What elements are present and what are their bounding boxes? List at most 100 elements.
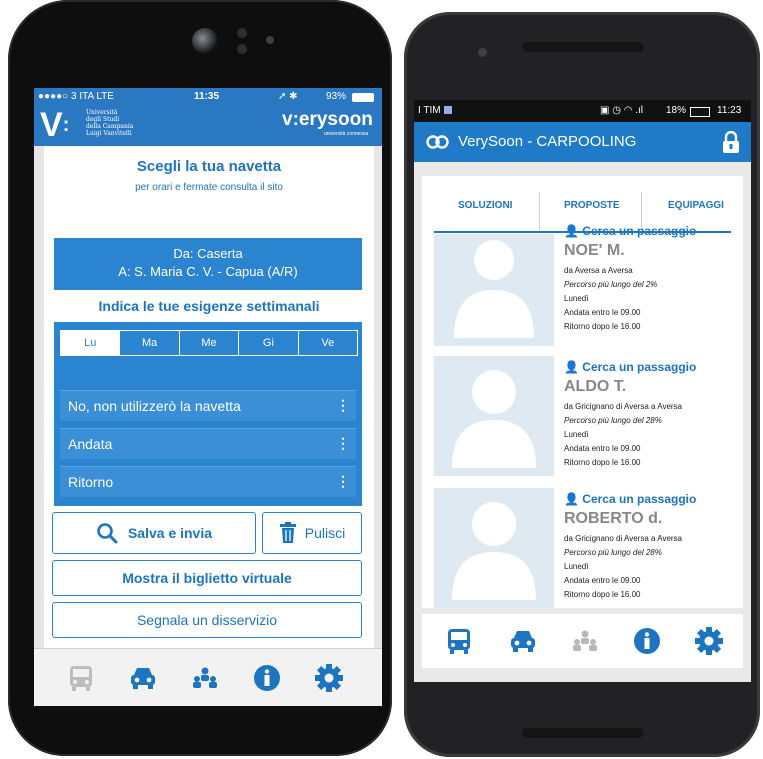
more-vertical-icon[interactable]: ⋮ bbox=[336, 435, 350, 452]
group-icon[interactable] bbox=[570, 626, 600, 656]
result-item[interactable]: 👤 Cerca un passaggio ROBERTO d. da Grici… bbox=[422, 488, 743, 608]
site-link[interactable]: per orari e fermate consulta il sito bbox=[44, 182, 374, 193]
bottom-nav bbox=[422, 614, 743, 668]
info-icon[interactable] bbox=[252, 663, 282, 693]
sensor-icon bbox=[237, 28, 247, 38]
route-selector[interactable]: Da: Caserta A: S. Maria C. V. - Capua (A… bbox=[54, 238, 362, 290]
user-placeholder-icon bbox=[454, 240, 534, 338]
left-phone-frame: ●●●●○ 3 ITA LTE 11:35 ➚ ✱ 93% V: Univers… bbox=[8, 0, 392, 756]
virtual-ticket-button[interactable]: Mostra il biglietto virtuale bbox=[52, 560, 362, 596]
tab-proposte[interactable]: PROPOSTE bbox=[564, 200, 620, 211]
group-icon[interactable] bbox=[190, 663, 220, 693]
clear-button[interactable]: Pulisci bbox=[262, 512, 362, 554]
return-text: Ritorno dopo le 16.00 bbox=[564, 322, 641, 331]
search-ride-link[interactable]: 👤 Cerca un passaggio bbox=[564, 492, 696, 506]
day-text: Lunedì bbox=[564, 430, 589, 439]
settings-icon[interactable] bbox=[314, 663, 344, 693]
right-phone-screen: I TIM ▣ ◷ ◠ .ıl 18% 11:23 VerySoon - CAR… bbox=[414, 100, 751, 682]
clock: 11:23 bbox=[717, 105, 742, 116]
verysoon-tagline: università connessa bbox=[324, 131, 369, 137]
add-user-icon: 👤 bbox=[564, 492, 579, 506]
settings-icon[interactable] bbox=[694, 626, 724, 656]
shuttle-card: Scegli la tua navetta per orari e fermat… bbox=[44, 146, 374, 706]
user-placeholder-icon bbox=[452, 370, 536, 468]
option-andata[interactable]: Andata ⋮ bbox=[60, 428, 356, 459]
search-icon bbox=[97, 523, 118, 544]
tab-equipaggi[interactable]: EQUIPAGGI bbox=[668, 200, 724, 211]
tab-divider bbox=[539, 192, 540, 230]
avatar bbox=[434, 234, 554, 346]
battery-label: 18% bbox=[666, 105, 687, 116]
status-bar: I TIM ▣ ◷ ◠ .ıl 18% 11:23 bbox=[414, 100, 751, 122]
university-name: Università degli Studi della Campania Lu… bbox=[86, 109, 134, 137]
report-issue-button[interactable]: Segnala un disservizio bbox=[52, 602, 362, 638]
detour-text: Percorso più lungo del 28% bbox=[564, 548, 662, 557]
speaker-grille bbox=[522, 42, 644, 52]
add-user-icon: 👤 bbox=[564, 224, 579, 238]
outbound-text: Andata entro le 09.00 bbox=[564, 308, 641, 317]
battery-icon bbox=[352, 93, 374, 102]
results-card: SOLUZIONI PROPOSTE EQUIPAGGI 👤 Cerca un … bbox=[422, 176, 743, 608]
add-user-icon: 👤 bbox=[564, 360, 579, 374]
driver-name: ROBERTO d. bbox=[564, 510, 663, 527]
page-title: Scegli la tua navetta bbox=[136, 158, 282, 175]
location-icon: ➚ ✱ bbox=[278, 91, 298, 102]
lock-icon[interactable] bbox=[722, 131, 740, 153]
info-icon[interactable] bbox=[632, 626, 662, 656]
day-tab-gi[interactable]: Gi bbox=[239, 331, 299, 355]
save-send-label: Salva e invia bbox=[127, 525, 213, 541]
verysoon-logo: v:erysoon bbox=[282, 109, 373, 130]
route-text: da Gricignano di Aversa a Aversa bbox=[564, 534, 682, 543]
user-placeholder-icon bbox=[452, 502, 536, 600]
status-bar: ●●●●○ 3 ITA LTE 11:35 ➚ ✱ 93% bbox=[34, 88, 382, 106]
more-vertical-icon[interactable]: ⋮ bbox=[336, 397, 350, 414]
day-tab-ma[interactable]: Ma bbox=[120, 331, 180, 355]
avatar bbox=[434, 356, 554, 476]
car-icon[interactable] bbox=[128, 663, 158, 693]
search-ride-link[interactable]: 👤 Cerca un passaggio bbox=[564, 224, 696, 238]
weekly-panel: Lu Ma Me Gi Ve No, non utilizzerò la nav… bbox=[54, 322, 362, 506]
battery-label: 93% bbox=[326, 91, 347, 102]
save-send-button[interactable]: Salva e invia bbox=[52, 512, 256, 554]
day-text: Lunedì bbox=[564, 294, 589, 303]
bus-icon[interactable] bbox=[66, 663, 96, 693]
option-not-using[interactable]: No, non utilizzerò la navetta ⋮ bbox=[60, 390, 356, 421]
driver-name: NOE' M. bbox=[564, 242, 625, 259]
trash-icon bbox=[279, 522, 296, 543]
more-vertical-icon[interactable]: ⋮ bbox=[336, 473, 350, 490]
front-camera-icon bbox=[192, 28, 218, 54]
result-item[interactable]: 👤 Cerca un passaggio ALDO T. da Gricigna… bbox=[422, 356, 743, 482]
day-tab-lu[interactable]: Lu bbox=[61, 331, 121, 355]
day-selector: Lu Ma Me Gi Ve bbox=[60, 330, 358, 356]
bus-icon[interactable] bbox=[444, 626, 474, 656]
app-header: V: Università degli Studi della Campania… bbox=[34, 106, 382, 146]
route-to: A: S. Maria C. V. - Capua (A/R) bbox=[118, 264, 298, 279]
day-tab-me[interactable]: Me bbox=[180, 331, 240, 355]
route-text: da Gricignano di Aversa a Aversa bbox=[564, 402, 682, 411]
detour-text: Percorso più lungo del 28% bbox=[564, 416, 662, 425]
weekly-needs-heading: Indica le tue esigenze settimanali bbox=[98, 298, 320, 314]
sensor-icon bbox=[237, 44, 247, 54]
app-title: VerySoon - CARPOOLING bbox=[458, 133, 637, 150]
detour-text: Percorso più lungo del 2% bbox=[564, 280, 658, 289]
day-tab-ve[interactable]: Ve bbox=[299, 331, 357, 355]
virtual-ticket-label: Mostra il biglietto virtuale bbox=[122, 570, 292, 586]
day-text: Lunedì bbox=[564, 562, 589, 571]
avatar bbox=[434, 488, 554, 608]
app-logo-icon bbox=[426, 135, 449, 149]
car-icon[interactable] bbox=[508, 626, 538, 656]
option-label: No, non utilizzerò la navetta bbox=[68, 398, 241, 414]
result-item[interactable]: 👤 Cerca un passaggio NOE' M. da Aversa a… bbox=[422, 224, 743, 350]
return-text: Ritorno dopo le 16.00 bbox=[564, 590, 641, 599]
tab-soluzioni[interactable]: SOLUZIONI bbox=[458, 200, 512, 211]
battery-icon bbox=[690, 107, 710, 117]
clear-label: Pulisci bbox=[304, 525, 346, 541]
report-issue-label: Segnala un disservizio bbox=[136, 612, 278, 628]
option-ritorno[interactable]: Ritorno ⋮ bbox=[60, 466, 356, 497]
clock: 11:35 bbox=[194, 91, 220, 102]
option-label: Ritorno bbox=[68, 474, 114, 490]
option-label: Andata bbox=[68, 436, 113, 452]
outbound-text: Andata entro le 09.00 bbox=[564, 444, 641, 453]
search-ride-link[interactable]: 👤 Cerca un passaggio bbox=[564, 360, 696, 374]
driver-name: ALDO T. bbox=[564, 378, 627, 395]
